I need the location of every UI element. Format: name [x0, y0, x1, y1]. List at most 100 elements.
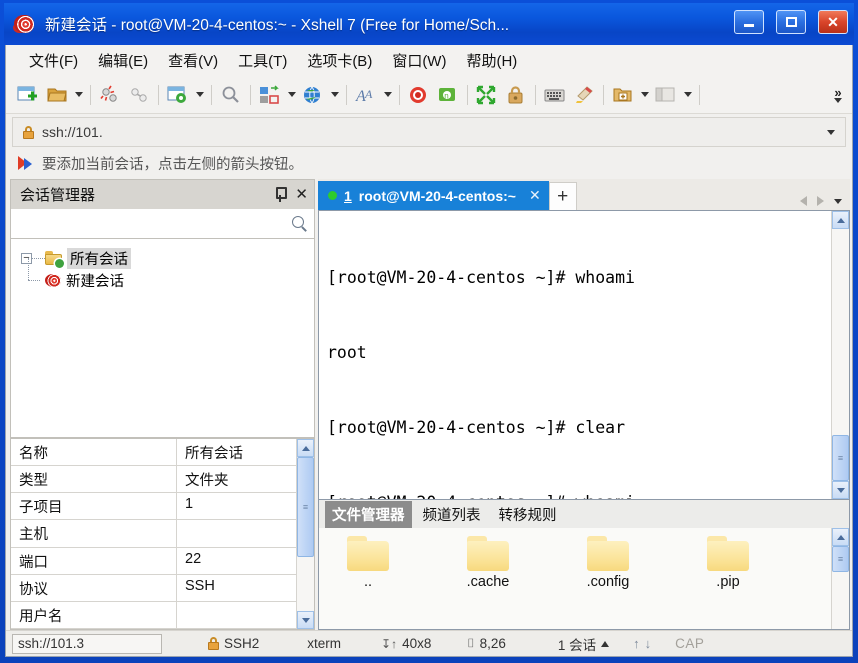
svg-text:n: n — [444, 91, 448, 100]
scroll-down-button[interactable] — [832, 481, 849, 499]
menu-help[interactable]: 帮助(H) — [457, 47, 526, 74]
session-manager-header: 会话管理器 ✕ — [10, 179, 315, 209]
client-area: 文件(F) 编辑(E) 查看(V) 工具(T) 选项卡(B) 窗口(W) 帮助(… — [5, 45, 853, 657]
toolbar-overflow-button[interactable]: » — [828, 84, 848, 103]
address-dropdown-icon[interactable] — [827, 129, 835, 135]
layout-icon[interactable] — [256, 81, 284, 109]
globe-dropdown[interactable] — [328, 82, 341, 108]
scrollbar-track[interactable]: ≡ — [297, 457, 314, 611]
properties-scrollbar[interactable]: ≡ — [296, 439, 314, 629]
status-terminal-type: xterm — [307, 636, 342, 651]
connection-status-icon — [328, 191, 337, 200]
font-dropdown[interactable] — [381, 82, 394, 108]
scroll-up-button[interactable] — [832, 211, 849, 229]
status-sessions-label: 1 会话 — [557, 637, 597, 653]
session-manager-panel: 会话管理器 ✕ − 所有会话 新建会话 名称 所有会话 类型 文件夹 子项目 1… — [10, 179, 315, 630]
tab-terminal-session[interactable]: 1 root@VM-20-4-centos:~ ✕ — [318, 181, 549, 210]
xshell-icon[interactable] — [405, 81, 433, 109]
fullscreen-icon[interactable] — [473, 81, 501, 109]
scroll-up-button[interactable] — [297, 439, 314, 457]
pin-icon[interactable] — [273, 187, 288, 202]
xftp-icon[interactable]: n — [434, 81, 462, 109]
search-input[interactable] — [11, 215, 292, 232]
close-icon[interactable]: ✕ — [295, 187, 308, 202]
new-session-icon[interactable] — [14, 81, 42, 109]
tab-transfer-rules[interactable]: 转移规则 — [492, 501, 564, 528]
tab-scroll-right-icon[interactable] — [817, 196, 824, 206]
toolbar-separator — [158, 84, 159, 105]
address-bar[interactable]: ssh://101. — [12, 117, 846, 147]
tab-list-dropdown-icon[interactable] — [834, 198, 842, 204]
tree-node-all-sessions[interactable]: − 所有会话 — [11, 247, 314, 269]
open-folder-icon[interactable] — [43, 81, 71, 109]
scrollbar-thumb[interactable]: ≡ — [297, 457, 314, 557]
property-key: 主机 — [11, 520, 177, 547]
cursor-position-icon: ⌷ — [467, 636, 475, 650]
scrollbar-track[interactable]: ≡ — [832, 229, 849, 481]
disconnect-icon[interactable] — [96, 81, 124, 109]
properties-dropdown[interactable] — [193, 82, 206, 108]
scrollbar-thumb[interactable]: ≡ — [832, 435, 849, 481]
tree-expander-icon[interactable]: − — [21, 252, 32, 264]
close-button[interactable]: ✕ — [818, 10, 848, 34]
session-search-bar[interactable] — [10, 209, 315, 239]
new-tab-button[interactable]: + — [548, 182, 577, 210]
scroll-down-button[interactable] — [297, 611, 314, 629]
menu-view[interactable]: 查看(V) — [159, 47, 227, 74]
font-icon[interactable]: AA — [352, 81, 380, 109]
split-view-dropdown[interactable] — [681, 82, 694, 108]
tree-node-new-session[interactable]: 新建会话 — [11, 258, 314, 291]
menu-file[interactable]: 文件(F) — [20, 47, 87, 74]
folder-gear-icon — [45, 250, 64, 268]
tab-channel-list[interactable]: 频道列表 — [416, 501, 488, 528]
file-list: .. .cache .config .pip — [319, 528, 831, 629]
toolbar-separator — [699, 84, 700, 105]
list-item[interactable]: .config — [573, 536, 643, 590]
terminal-output[interactable]: [root@VM-20-4-centos ~]# whoami root [ro… — [319, 211, 831, 499]
chevron-up-icon — [836, 217, 845, 223]
reconnect-icon[interactable] — [125, 81, 153, 109]
status-sessions[interactable]: 1 会话 — [557, 634, 610, 654]
terminal-line: [root@VM-20-4-centos ~]# whoami — [327, 268, 635, 287]
tree-child-label: 新建会话 — [66, 273, 124, 290]
find-icon[interactable] — [217, 81, 245, 109]
keyboard-icon[interactable] — [541, 81, 569, 109]
list-item[interactable]: .pip — [693, 536, 763, 590]
tab-number: 1 — [344, 187, 352, 204]
toolbar-overflow-label: » — [834, 84, 842, 100]
folder-icon — [585, 536, 631, 572]
menu-edit[interactable]: 编辑(E) — [89, 47, 157, 74]
session-tree[interactable]: − 所有会话 新建会话 — [10, 239, 315, 438]
properties-icon[interactable] — [164, 81, 192, 109]
layout-dropdown[interactable] — [285, 82, 298, 108]
tab-scroll-left-icon[interactable] — [800, 196, 807, 206]
sessions-expand-icon[interactable] — [601, 640, 610, 647]
minimize-button[interactable] — [734, 10, 764, 34]
add-folder-dropdown[interactable] — [638, 82, 651, 108]
search-icon[interactable] — [292, 215, 308, 232]
highlight-icon[interactable] — [570, 81, 598, 109]
property-value — [177, 602, 296, 628]
scrollbar-thumb[interactable]: ≡ — [832, 546, 849, 572]
split-view-icon[interactable] — [652, 81, 680, 109]
menu-tab[interactable]: 选项卡(B) — [298, 47, 381, 74]
file-manager-scrollbar[interactable]: ≡ — [831, 528, 849, 629]
tab-file-manager[interactable]: 文件管理器 — [325, 500, 412, 528]
chevron-down-icon — [301, 617, 310, 623]
lock-icon[interactable] — [502, 81, 530, 109]
open-folder-dropdown[interactable] — [72, 82, 85, 108]
list-item[interactable]: .. — [333, 536, 403, 590]
scrollbar-track[interactable]: ≡ — [832, 546, 849, 629]
menu-bar: 文件(F) 编辑(E) 查看(V) 工具(T) 选项卡(B) 窗口(W) 帮助(… — [6, 45, 852, 76]
maximize-button[interactable] — [776, 10, 806, 34]
scroll-up-button[interactable] — [832, 528, 849, 546]
list-item[interactable]: .cache — [453, 536, 523, 590]
add-folder-icon[interactable] — [609, 81, 637, 109]
terminal-scrollbar[interactable]: ≡ — [831, 211, 849, 499]
globe-icon[interactable] — [299, 81, 327, 109]
menu-window[interactable]: 窗口(W) — [383, 47, 455, 74]
tab-close-icon[interactable]: ✕ — [529, 187, 541, 204]
status-caps: CAP — [675, 636, 705, 651]
menu-tools[interactable]: 工具(T) — [229, 47, 296, 74]
status-transfer: ↑ ↓ — [633, 636, 651, 651]
